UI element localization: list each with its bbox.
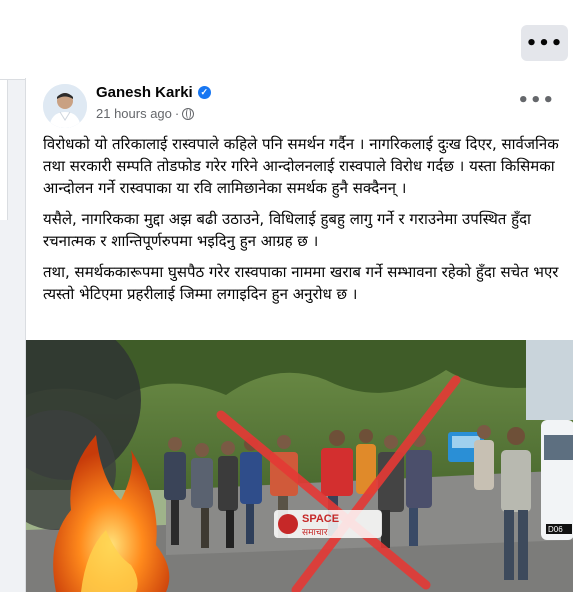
post-more-button[interactable]: •••: [517, 90, 555, 111]
protest-road-scene: D06 SPACE समाचार: [26, 340, 573, 592]
top-more-button[interactable]: •••: [521, 25, 568, 61]
post-paragraph-2: यसैले, नागरिकका मुद्दा अझ बढी उठाउने, वि…: [43, 210, 531, 250]
post-paragraph-3: तथा, समर्थककारूपमा घुसपैठ गरेर रास्वपाका…: [43, 263, 559, 303]
previous-post-card: •••: [0, 0, 573, 80]
side-card-edge: [0, 80, 8, 220]
meta-separator: ·: [174, 106, 180, 121]
svg-text:SPACE: SPACE: [302, 513, 339, 525]
van-plate: D06: [548, 525, 563, 534]
globe-icon[interactable]: [182, 107, 195, 120]
space-samachar-watermark: SPACE समाचार: [274, 510, 382, 538]
avatar[interactable]: [43, 84, 87, 128]
author-name[interactable]: Ganesh Karki ✓: [96, 84, 211, 101]
facebook-post: Ganesh Karki ✓ 21 hours ago · ••• विरोधक…: [25, 78, 573, 592]
post-text: विरोधको यो तरिकालाई रास्वपाले कहिले पनि …: [43, 133, 563, 314]
post-photo[interactable]: D06 SPACE समाचार: [26, 340, 573, 592]
author-name-text[interactable]: Ganesh Karki: [96, 84, 193, 101]
post-paragraph-1: विरोधको यो तरिकालाई रास्वपाले कहिले पनि …: [43, 135, 559, 197]
post-time[interactable]: 21 hours ago: [96, 106, 172, 121]
verified-badge-icon: ✓: [197, 86, 211, 99]
post-meta: 21 hours ago ·: [96, 106, 195, 121]
svg-text:समाचार: समाचार: [302, 528, 328, 538]
